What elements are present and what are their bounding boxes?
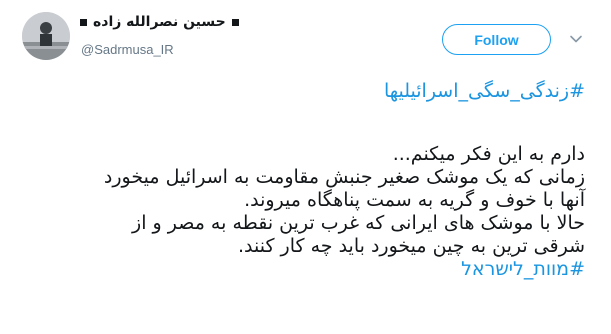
tweet-header: حسین نصرالله زاده @Sadrmusa_IR Follow bbox=[0, 0, 611, 70]
square-icon bbox=[80, 18, 87, 26]
square-icon bbox=[231, 18, 239, 26]
tweet-line: دارم به این فکر میکنم... bbox=[392, 143, 585, 165]
display-name[interactable]: حسین نصرالله زاده bbox=[93, 14, 226, 30]
follow-button[interactable]: Follow bbox=[442, 24, 551, 55]
hashtag-link[interactable]: #زندگی_سگی_اسرائیلیها bbox=[25, 80, 585, 103]
tweet-line: زمانی که یک موشک صغیر جنبش مقاومت به اسر… bbox=[103, 166, 585, 188]
avatar[interactable] bbox=[22, 12, 70, 60]
avatar-image bbox=[22, 12, 70, 60]
hashtag-link[interactable]: #מוות_לישראל bbox=[25, 258, 585, 281]
tweet-line: آنها با خوف و گریه به سمت پناهگاه میروند… bbox=[244, 189, 585, 211]
tweet-text: #زندگی_سگی_اسرائیلیها دارم به این فکر می… bbox=[25, 80, 585, 281]
tweet-line: شرقی ترین به چین میخورد باید چه کار کنند… bbox=[237, 235, 585, 257]
user-handle[interactable]: @Sadrmusa_IR bbox=[81, 42, 174, 57]
chevron-down-icon[interactable] bbox=[568, 31, 584, 47]
tweet-line: حالا با موشک های ایرانی که غرب ترین نقطه… bbox=[132, 212, 585, 234]
name-row: حسین نصرالله زاده bbox=[80, 14, 239, 30]
